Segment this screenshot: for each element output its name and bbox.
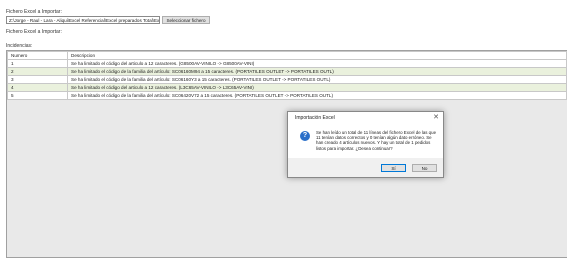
select-file-button[interactable]: Seleccionar fichero — [162, 16, 210, 24]
question-icon: ? — [300, 131, 310, 141]
cell-numero: 2 — [7, 67, 68, 76]
cell-descripcion: Se ha limitado el código del articulo a … — [67, 83, 567, 92]
cell-numero: 3 — [7, 75, 68, 84]
file-path-input[interactable]: Z:\Jorge - Raul - Lara - Aliqui\Excel Re… — [6, 16, 160, 24]
cell-descripcion: Se ha limitado el código de la familia d… — [67, 67, 567, 76]
dialog-title: Importación Excel — [295, 115, 335, 121]
cell-numero: 5 — [7, 91, 68, 100]
cell-numero: 4 — [7, 83, 68, 92]
close-icon[interactable]: ✕ — [433, 113, 439, 121]
cell-descripcion: Se ha limitado el código de la familia d… — [67, 75, 567, 84]
table-row[interactable]: 2 Se ha limitado el código de la familia… — [7, 67, 567, 76]
table-row[interactable]: 4 Se ha limitado el código del articulo … — [7, 83, 567, 92]
import-file-label: Fichero Excel a Importar: — [6, 9, 62, 15]
table-row[interactable]: 5 Se ha limitado el código de la familia… — [7, 91, 567, 100]
table-row[interactable]: 1 Se ha limitado el código del articulo … — [7, 59, 567, 68]
import-confirm-dialog: Importación Excel ✕ ? Se han leído un to… — [287, 111, 444, 178]
column-header-descripcion[interactable]: Descripcion — [67, 51, 567, 60]
table-row[interactable]: 3 Se ha limitado el código de la familia… — [7, 75, 567, 84]
dialog-message: Se han leído un total de 11 líneas del f… — [316, 130, 437, 151]
incidents-label: Incidencias: — [6, 43, 33, 49]
import-file-secondary-label: Fichero Excel a Importar: — [6, 29, 62, 35]
yes-button[interactable]: Sí — [381, 164, 406, 172]
cell-descripcion: Se ha limitado el código de la familia d… — [67, 91, 567, 100]
cell-descripcion: Se ha limitado el código del articulo a … — [67, 59, 567, 68]
cell-numero: 1 — [7, 59, 68, 68]
column-header-numero[interactable]: Numero — [7, 51, 68, 60]
no-button[interactable]: No — [412, 164, 437, 172]
